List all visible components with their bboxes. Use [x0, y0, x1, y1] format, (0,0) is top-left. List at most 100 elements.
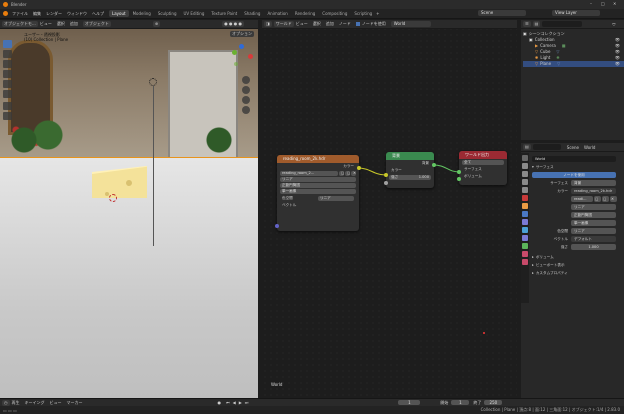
- surface-panel-header[interactable]: ▾ サーフェス: [532, 163, 622, 171]
- axis-z-icon[interactable]: [239, 44, 244, 49]
- tab-particles-icon[interactable]: [522, 219, 528, 225]
- tab-output-icon[interactable]: [522, 171, 528, 177]
- axis-neg-icon[interactable]: [234, 62, 238, 66]
- cursor-tool-icon[interactable]: [3, 50, 12, 58]
- image-close-icon[interactable]: ✕: [610, 196, 617, 202]
- bg-color-input-socket[interactable]: [384, 173, 388, 177]
- viewport-menu-view[interactable]: ビュー: [40, 21, 52, 27]
- env-node-header[interactable]: reading_room_2k.hdr: [277, 155, 359, 163]
- properties-editor-type-icon[interactable]: ▤: [523, 144, 531, 150]
- tab-material-icon[interactable]: [522, 251, 528, 257]
- close-button[interactable]: ✕: [613, 1, 616, 6]
- outliner-search-input[interactable]: [542, 21, 583, 27]
- move-tool-icon[interactable]: [3, 60, 12, 68]
- extension-dropdown[interactable]: 単一画像: [571, 220, 616, 226]
- image-open-icon[interactable]: ▢: [602, 196, 609, 202]
- properties-search-input[interactable]: [532, 144, 561, 150]
- tab-object-icon[interactable]: [522, 203, 528, 209]
- timeline-menu-keying[interactable]: キーイング: [25, 400, 45, 406]
- tab-sculpting[interactable]: Sculpting: [155, 10, 180, 17]
- timeline-editor-type-icon[interactable]: ◷: [2, 399, 10, 406]
- env-proj-dropdown[interactable]: 正距円筒図: [280, 183, 356, 188]
- tab-rendering[interactable]: Rendering: [292, 10, 318, 17]
- maximize-button[interactable]: □: [601, 1, 605, 6]
- play-icon[interactable]: ▶: [239, 400, 242, 405]
- minimize-button[interactable]: –: [590, 1, 592, 6]
- menu-file[interactable]: ファイル: [12, 11, 28, 17]
- background-node[interactable]: 背景 背景 カラー 強さ 1.000: [386, 152, 434, 188]
- tab-texture-icon[interactable]: [522, 259, 528, 265]
- transform-tool-icon[interactable]: [3, 90, 12, 98]
- surface-dropdown[interactable]: 背景: [571, 180, 616, 186]
- filter-icon[interactable]: ⛉: [612, 22, 615, 27]
- env-colorspace-dropdown[interactable]: リニア: [318, 196, 354, 201]
- view-layer-field[interactable]: View Layer: [552, 10, 600, 16]
- timeline-menu-marker[interactable]: マーカー: [67, 400, 83, 406]
- camera-view-icon[interactable]: [242, 96, 250, 104]
- annotate-tool-icon[interactable]: [3, 102, 12, 110]
- scene-field[interactable]: Scene: [478, 10, 526, 16]
- tab-world-icon[interactable]: [522, 195, 528, 201]
- color-texture-field[interactable]: reading_room_2k.hdr: [571, 188, 616, 194]
- interpolation-dropdown[interactable]: リニア: [571, 204, 616, 210]
- viewport-menu-select[interactable]: 選択: [57, 21, 65, 27]
- menu-render[interactable]: レンダー: [46, 11, 62, 17]
- env-image-close-icon[interactable]: ✕: [351, 171, 356, 176]
- world-output-node[interactable]: ワールド出力 全て サーフェス ボリューム: [459, 151, 507, 185]
- tab-tool-icon[interactable]: [522, 155, 528, 161]
- select-tool-icon[interactable]: [3, 40, 12, 48]
- axis-x-icon[interactable]: [248, 54, 253, 59]
- bg-output-socket[interactable]: [432, 163, 436, 167]
- env-vector-input-socket[interactable]: [275, 224, 279, 228]
- volume-panel-header[interactable]: ▸ ボリューム: [532, 253, 622, 261]
- tab-view-layer-icon[interactable]: [522, 179, 528, 185]
- use-nodes-button[interactable]: ノードを使用: [532, 172, 616, 178]
- menu-window[interactable]: ウィンドウ: [67, 11, 87, 17]
- shading-mode-buttons[interactable]: ● ● ● ●: [222, 21, 244, 27]
- tab-render-icon[interactable]: [522, 163, 528, 169]
- menu-help[interactable]: ヘルプ: [92, 11, 104, 17]
- current-frame-field[interactable]: 1: [398, 400, 421, 405]
- tab-modeling[interactable]: Modeling: [130, 10, 154, 17]
- world-name-field[interactable]: World: [532, 156, 616, 162]
- add-workspace-button[interactable]: +: [376, 11, 379, 16]
- options-dropdown[interactable]: オプション: [230, 31, 254, 37]
- custom-properties-panel-header[interactable]: ▸ カスタムプロパティ: [532, 269, 622, 277]
- tab-scripting[interactable]: Scripting: [351, 10, 375, 17]
- viewport-display-panel-header[interactable]: ▸ ビューポート表示: [532, 261, 622, 269]
- outliner-plane[interactable]: ▽ Plane ▽ 👁: [523, 61, 624, 67]
- navigation-gizmo[interactable]: [228, 44, 254, 70]
- tab-uv-editing[interactable]: UV Editing: [181, 10, 208, 17]
- bg-strength-field[interactable]: 強さ 1.000: [389, 175, 431, 180]
- tab-scene-icon[interactable]: [522, 187, 528, 193]
- environment-texture-node[interactable]: reading_room_2k.hdr カラー reading_room_2..…: [277, 155, 359, 231]
- env-image-browse-icon[interactable]: ▢: [339, 171, 344, 176]
- env-color-output-socket[interactable]: [357, 166, 361, 170]
- image-field[interactable]: readi...: [571, 196, 593, 202]
- tab-animation[interactable]: Animation: [264, 10, 290, 17]
- env-interp-dropdown[interactable]: リニア: [280, 177, 356, 182]
- out-target-dropdown[interactable]: 全て: [462, 160, 504, 165]
- tab-constraints-icon[interactable]: [522, 235, 528, 241]
- viewport-menu-object[interactable]: オブジェクト: [82, 21, 111, 27]
- scale-tool-icon[interactable]: [3, 80, 12, 88]
- projection-dropdown[interactable]: 正距円筒図: [571, 212, 616, 218]
- record-icon[interactable]: ●: [218, 400, 222, 405]
- rotate-tool-icon[interactable]: [3, 70, 12, 78]
- strength-field[interactable]: 1.000: [571, 244, 616, 250]
- scene-selector[interactable]: Scene: [478, 10, 526, 16]
- tab-physics-icon[interactable]: [522, 227, 528, 233]
- tab-texture-paint[interactable]: Texture Paint: [208, 10, 240, 17]
- play-reverse-icon[interactable]: ◀: [233, 400, 236, 405]
- pan-icon[interactable]: [242, 86, 250, 94]
- view-layer-selector[interactable]: View Layer: [552, 10, 600, 16]
- bg-strength-input-socket[interactable]: [384, 181, 388, 185]
- mode-dropdown[interactable]: オブジェクトモ...: [2, 21, 38, 27]
- start-frame-field[interactable]: 1: [451, 400, 470, 405]
- image-browse-icon[interactable]: ▢: [594, 196, 601, 202]
- end-frame-field[interactable]: 250: [484, 400, 503, 405]
- tab-layout[interactable]: Layout: [109, 10, 129, 17]
- tab-modifier-icon[interactable]: [522, 211, 528, 217]
- out-surface-input-socket[interactable]: [457, 170, 461, 174]
- blender-menu-icon[interactable]: [3, 11, 8, 16]
